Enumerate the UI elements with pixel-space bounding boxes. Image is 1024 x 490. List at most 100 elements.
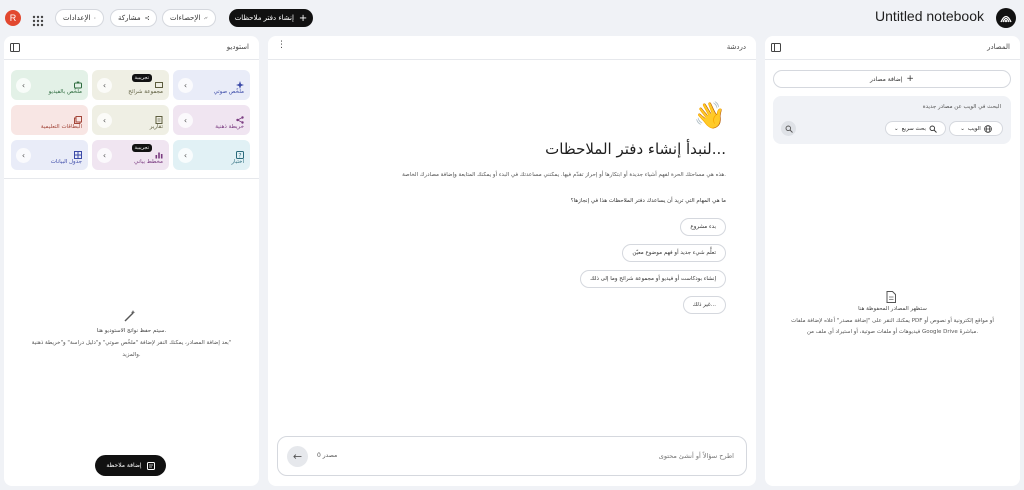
note-icon — [146, 461, 155, 470]
slides-icon — [155, 74, 163, 88]
card-label: ملخّص بالفيديو — [48, 89, 82, 95]
sources-panel: المصادر إضافة مصادر + البحث في الويب عن … — [765, 36, 1020, 486]
apps-grid-icon[interactable] — [32, 12, 44, 27]
card-label: جدول البيانات — [50, 159, 82, 165]
chevron-down-icon: ⌄ — [960, 125, 965, 132]
suggestion-start-project[interactable]: بدء مشروع — [680, 218, 726, 236]
waving-hand-icon: 👋 — [693, 101, 726, 131]
studio-card-video-overview[interactable]: ملخّص بالفيديو ‹ — [11, 70, 88, 100]
card-label: مجموعة شرائح — [128, 89, 163, 95]
suggestion-learn-something[interactable]: تعلُّم شيء جديد أو فهم موضوع معيّن — [622, 244, 726, 262]
video-icon — [74, 74, 82, 89]
card-label: تقارير — [149, 124, 163, 130]
studio-empty-title: سيتم حفظ نواتج الاستوديو هنا. — [96, 328, 167, 334]
studio-panel: استوديو ملخّص صوتي ‹ تجريبية مجموعة شرائ… — [4, 36, 259, 486]
more-options-icon[interactable]: ⋮ — [277, 41, 286, 50]
studio-header: استوديو — [4, 36, 259, 60]
chart-icon — [155, 144, 163, 159]
studio-card-quiz[interactable]: ? اختبار ‹ — [173, 140, 250, 170]
search-sparkle-icon — [929, 125, 937, 133]
chevron-down-icon: ⌄ — [894, 125, 899, 132]
send-arrow-icon[interactable]: ← — [287, 446, 308, 467]
search-icon — [785, 125, 793, 133]
notebooklm-logo-icon[interactable] — [996, 8, 1016, 28]
card-label: خريطة ذهنية — [215, 124, 244, 130]
sources-empty-desc: يمكنك النقر على "إضافة مصدر" أعلاه لإضاف… — [791, 318, 994, 324]
search-submit-button[interactable] — [781, 121, 796, 136]
create-notebook-label: إنشاء دفتر ملاحظات — [234, 14, 294, 22]
collapse-panel-icon[interactable] — [771, 43, 781, 52]
studio-card-audio-overview[interactable]: ملخّص صوتي ‹ — [173, 70, 250, 100]
chevron-left-icon[interactable]: ‹ — [97, 78, 112, 93]
studio-title: استوديو — [226, 43, 249, 51]
chevron-left-icon[interactable]: ‹ — [97, 113, 112, 128]
chat-panel: ⋮ دردشة 👋 لنبدأ إنشاء دفتر الملاحظات... … — [268, 36, 756, 486]
audio-sparkle-icon — [236, 74, 244, 89]
analytics-button[interactable]: الإحصاءات — [162, 9, 216, 27]
chat-header: ⋮ دردشة — [268, 36, 756, 60]
gear-icon — [94, 17, 96, 19]
sources-empty-title: ستظهر المصادر المحفوظة هنا — [858, 306, 927, 312]
studio-card-chart[interactable]: تجريبية مخطط بياني ‹ — [92, 140, 169, 170]
sources-title: المصادر — [987, 43, 1010, 51]
studio-card-flashcards[interactable]: البطاقات التعليمية — [11, 105, 88, 135]
sources-header: المصادر — [765, 36, 1020, 60]
share-button[interactable]: مشاركة — [110, 9, 157, 27]
chevron-left-icon[interactable]: ‹ — [16, 148, 31, 163]
chat-heading: لنبدأ إنشاء دفتر الملاحظات... — [545, 140, 726, 158]
chevron-left-icon[interactable]: ‹ — [97, 148, 112, 163]
card-label: البطاقات التعليمية — [40, 124, 82, 130]
report-icon — [155, 109, 163, 124]
add-sources-label: إضافة مصادر — [870, 75, 903, 83]
studio-empty-desc-2: والمزيد. — [122, 352, 141, 358]
plus-icon: + — [298, 12, 308, 24]
add-note-label: إضافة ملاحظة — [106, 462, 142, 469]
chat-input-placeholder[interactable]: اطرح سؤالاً أو أنشئ محتوى — [659, 452, 734, 460]
notebook-title[interactable]: Untitled notebook — [875, 8, 984, 24]
card-label: اختبار — [231, 159, 244, 165]
table-icon — [74, 144, 82, 159]
analytics-label: الإحصاءات — [170, 14, 201, 22]
beta-badge: تجريبية — [131, 74, 152, 82]
add-note-button[interactable]: إضافة ملاحظة — [95, 455, 166, 476]
account-avatar[interactable]: R — [5, 10, 21, 26]
flashcards-icon — [74, 109, 82, 124]
mind-map-icon — [236, 109, 244, 124]
chevron-left-icon[interactable]: ‹ — [178, 148, 193, 163]
card-label: مخطط بياني — [134, 159, 163, 165]
suggestion-other[interactable]: غير ذلك... — [682, 296, 726, 314]
plus-icon: + — [906, 74, 914, 84]
suggestion-create-media[interactable]: إنشاء بودكاست أو فيديو أو مجموعة شرائح و… — [580, 270, 726, 288]
magic-wand-icon — [123, 308, 137, 327]
add-sources-button[interactable]: إضافة مصادر + — [773, 70, 1011, 88]
chat-intro: هذه هي مساحتك الحرة لفهم أشياء جديدة أو … — [402, 172, 726, 178]
share-label: مشاركة — [118, 14, 141, 22]
settings-button[interactable]: الإعدادات — [55, 9, 104, 27]
fast-search-label: بحث سريع — [901, 125, 926, 132]
chevron-left-icon[interactable]: ‹ — [178, 78, 193, 93]
chat-input-box[interactable]: اطرح سؤالاً أو أنشئ محتوى 0 مصدر ← — [277, 436, 747, 476]
divider — [4, 178, 259, 179]
chevron-left-icon[interactable]: ‹ — [16, 78, 31, 93]
studio-card-slide-deck[interactable]: تجريبية مجموعة شرائح ‹ — [92, 70, 169, 100]
beta-badge: تجريبية — [131, 144, 152, 152]
card-label: ملخّص صوتي — [213, 89, 244, 95]
chat-question: ما هي المهام التي تريد أن يساعدك دفتر ال… — [570, 198, 726, 204]
collapse-panel-icon[interactable] — [10, 43, 20, 52]
studio-card-mind-map[interactable]: خريطة ذهنية ‹ — [173, 105, 250, 135]
web-search-input[interactable]: البحث في الويب عن مصادر جديدة — [923, 104, 1001, 110]
analytics-icon — [204, 16, 208, 20]
create-notebook-button[interactable]: إنشاء دفتر ملاحظات + — [229, 9, 313, 27]
web-label: الويب — [967, 125, 981, 132]
chat-title: دردشة — [726, 43, 746, 51]
web-source-dropdown[interactable]: ⌄ الويب — [949, 121, 1003, 136]
globe-icon — [983, 124, 992, 133]
share-icon — [144, 16, 149, 20]
chevron-left-icon[interactable]: ‹ — [178, 113, 193, 128]
studio-card-reports[interactable]: تقارير ‹ — [92, 105, 169, 135]
studio-empty-desc: بعد إضافة المصادر، يمكنك النقر لإضافة "م… — [31, 340, 232, 346]
web-search-box: البحث في الويب عن مصادر جديدة ⌄ الويب ⌄ … — [773, 96, 1011, 144]
fast-search-dropdown[interactable]: ⌄ بحث سريع — [885, 121, 946, 136]
quiz-icon: ? — [236, 144, 244, 159]
studio-card-data-table[interactable]: جدول البيانات ‹ — [11, 140, 88, 170]
